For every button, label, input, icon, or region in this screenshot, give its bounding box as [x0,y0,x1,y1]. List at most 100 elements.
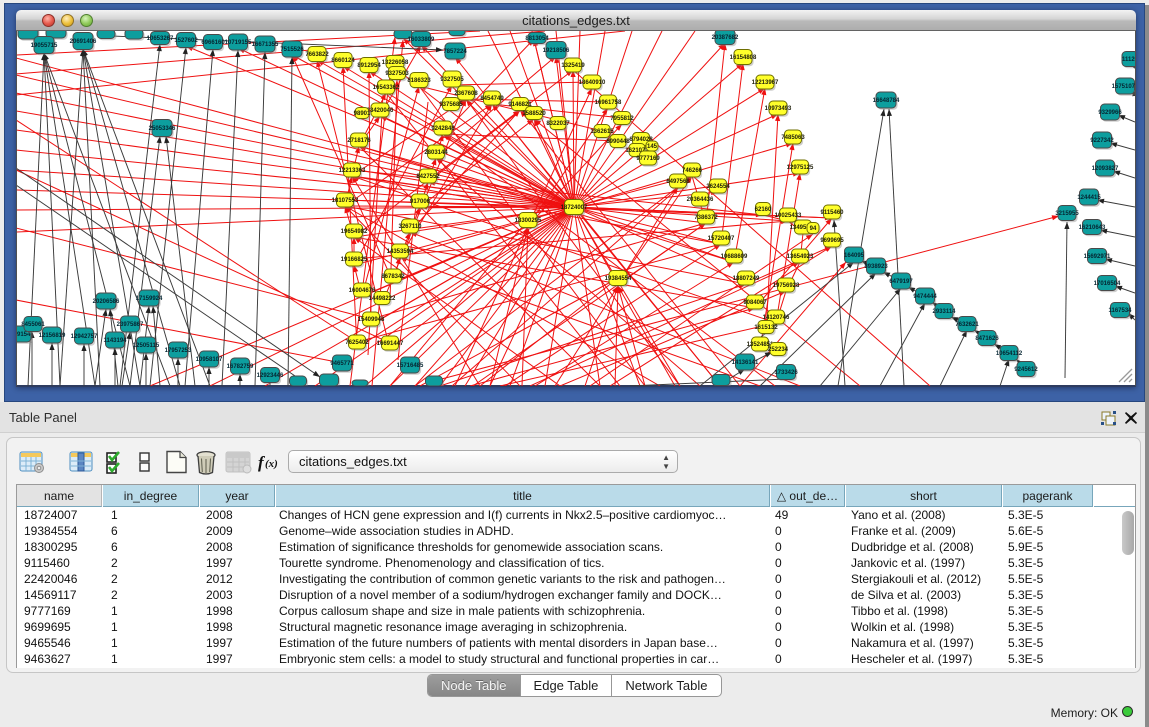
svg-text:11120: 11120 [1122,57,1135,63]
svg-text:19756928: 19756928 [773,283,800,289]
svg-text:8912954: 8912954 [357,63,381,69]
svg-text:14498222: 14498222 [369,296,396,302]
svg-text:8455061: 8455061 [21,322,45,328]
svg-text:1325419: 1325419 [561,63,585,69]
svg-text:20364436: 20364436 [687,197,714,203]
svg-text:15716485: 15716485 [397,363,424,369]
svg-text:917006: 917006 [410,199,431,205]
svg-text:16691447: 16691447 [377,341,404,347]
svg-text:19166825: 19166825 [341,257,368,263]
svg-text:12156819: 12156819 [39,333,66,339]
svg-text:10719155: 10719155 [225,40,252,46]
svg-text:7632621: 7632621 [955,322,979,328]
svg-text:19055715: 19055715 [31,43,58,49]
svg-text:25053346: 25053346 [149,126,176,132]
svg-text:16004676: 16004676 [349,288,376,294]
svg-text:9245612: 9245612 [1014,367,1038,373]
svg-text:12505115: 12505115 [133,343,160,349]
svg-text:7663822: 7663822 [305,52,329,58]
svg-text:2367608: 2367608 [454,91,478,97]
svg-text:15720407: 15720407 [708,236,735,242]
svg-text:10025433: 10025433 [775,213,802,219]
svg-text:9227342: 9227342 [1090,138,1114,144]
svg-text:9327505: 9327505 [440,77,464,83]
svg-text:8186323: 8186323 [407,78,431,84]
svg-text:12213363: 12213363 [339,168,366,174]
svg-text:18640910: 18640910 [579,80,606,86]
svg-text:7955812: 7955812 [610,116,634,122]
svg-text:1244415: 1244415 [1077,195,1101,201]
svg-text:15409948: 15409948 [358,317,385,323]
svg-text:20387682: 20387682 [712,35,739,41]
svg-text:14353594: 14353594 [387,249,414,255]
svg-text:9327503: 9327503 [385,71,409,77]
svg-text:16033809: 16033809 [408,37,435,43]
svg-text:15692971: 15692971 [1084,254,1111,260]
svg-text:20691406: 20691406 [70,39,97,45]
svg-text:8660124: 8660124 [331,58,355,64]
svg-text:10654112: 10654112 [996,351,1023,357]
svg-text:7515526: 7515526 [280,47,304,53]
svg-text:9329966: 9329966 [1098,110,1122,116]
svg-text:16961758: 16961758 [595,100,622,106]
svg-text:2803144: 2803144 [424,150,448,156]
svg-text:145: 145 [647,144,658,150]
svg-text:10973493: 10973493 [765,106,792,112]
svg-text:7625402: 7625402 [345,340,369,346]
svg-text:12923446: 12923446 [257,373,284,379]
svg-text:19384554: 19384554 [605,276,632,282]
svg-text:19218506: 19218506 [543,48,570,54]
svg-text:6497568: 6497568 [666,179,690,185]
svg-text:3215955: 3215955 [1055,211,1079,217]
svg-text:18807249: 18807249 [733,276,760,282]
svg-text:19654982: 19654982 [341,229,368,235]
svg-text:8990448: 8990448 [606,139,630,145]
svg-text:18300295: 18300295 [515,218,542,224]
svg-text:9474444: 9474444 [913,294,937,300]
svg-text:1733426: 1733426 [774,370,798,376]
svg-text:1362615: 1362615 [590,129,614,135]
svg-text:2718176: 2718176 [347,138,371,144]
svg-text:252234: 252234 [768,347,789,353]
svg-text:3624554: 3624554 [706,184,730,190]
svg-text:164095: 164095 [844,253,865,259]
svg-text:20206586: 20206586 [93,299,120,305]
svg-text:16671355: 16671355 [252,42,279,48]
svg-text:9699695: 9699695 [820,238,844,244]
svg-text:16648784: 16648784 [873,98,900,104]
svg-text:16543362: 16543362 [373,85,400,91]
svg-text:9375685: 9375685 [439,102,463,108]
svg-text:3267110: 3267110 [398,224,422,230]
svg-text:16210643: 16210643 [1079,225,1106,231]
svg-text:8813054: 8813054 [525,36,549,42]
svg-text:12213967: 12213967 [752,80,779,86]
svg-text:17957253: 17957253 [165,348,192,354]
svg-text:7485063: 7485063 [781,135,805,141]
svg-text:13226058: 13226058 [382,60,409,66]
svg-text:6966160: 6966160 [201,40,225,46]
svg-text:1527602: 1527602 [174,38,198,44]
svg-text:10653267: 10653267 [147,36,174,42]
svg-text:7857224: 7857224 [443,49,467,55]
svg-text:17016504: 17016504 [1094,281,1121,287]
svg-text:8322037: 8322037 [546,121,570,127]
svg-text:10958107: 10958107 [196,357,223,363]
svg-text:18107553: 18107553 [332,198,359,204]
svg-text:746266: 746266 [682,168,703,174]
svg-text:2933114: 2933114 [932,309,956,315]
svg-text:8427552: 8427552 [416,174,440,180]
svg-text:8938923: 8938923 [864,264,888,270]
svg-text:10688609: 10688609 [721,254,748,260]
svg-text:94: 94 [810,226,817,232]
svg-text:8678342: 8678342 [381,274,405,280]
svg-text:15751074: 15751074 [1112,84,1135,90]
svg-text:16154808: 16154808 [730,55,757,61]
svg-text:9777169: 9777169 [636,156,660,162]
svg-text:7386372: 7386372 [694,215,718,221]
svg-text:9115460: 9115460 [820,210,844,216]
svg-text:1143194: 1143194 [103,338,127,344]
svg-text:18724007: 18724007 [561,205,588,211]
svg-text:9084067: 9084067 [743,300,767,306]
svg-text:16782759: 16782759 [227,364,254,370]
svg-text:12975125: 12975125 [787,165,814,171]
